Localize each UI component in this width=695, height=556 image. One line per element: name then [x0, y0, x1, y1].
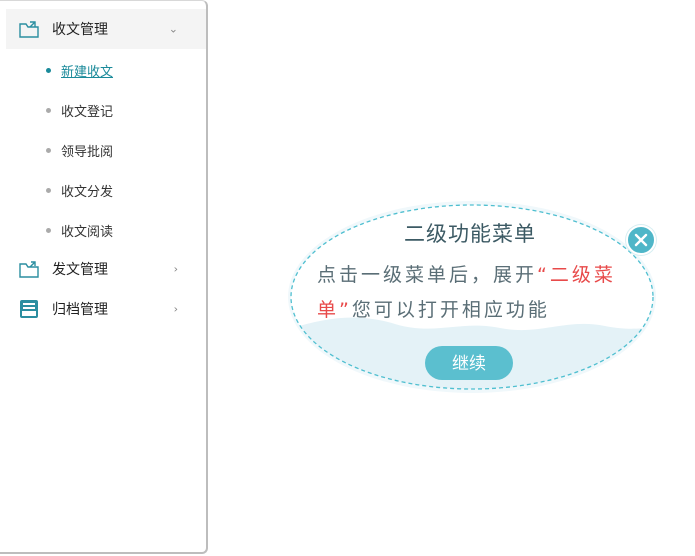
- chevron-right-icon: ›: [173, 262, 178, 276]
- bullet-icon: [46, 147, 51, 153]
- sub-item-label: 收文阅读: [61, 224, 114, 240]
- archive-drawer-icon: [18, 298, 40, 320]
- menu-item-incoming[interactable]: 收文管理 ⌄: [6, 9, 206, 49]
- menu-label: 归档管理: [52, 302, 108, 318]
- menu-item-archive[interactable]: 归档管理 ›: [6, 289, 206, 329]
- sub-item-register[interactable]: 收文登记: [46, 98, 113, 122]
- sub-item-label: 领导批阅: [61, 144, 114, 160]
- menu-label: 收文管理: [52, 22, 108, 38]
- menu-label: 发文管理: [52, 262, 108, 278]
- sub-item-distribute[interactable]: 收文分发: [46, 178, 113, 202]
- continue-button[interactable]: 继续: [425, 346, 513, 380]
- bullet-icon: [46, 187, 51, 193]
- sub-item-label: 收文分发: [61, 184, 114, 200]
- folder-outbox-icon: [18, 258, 40, 280]
- bullet-icon: [46, 227, 51, 233]
- chevron-right-icon: ›: [173, 302, 178, 316]
- sub-item-label: 收文登记: [61, 104, 114, 120]
- menu-item-outgoing[interactable]: 发文管理 ›: [6, 249, 206, 289]
- guide-tooltip: 二级功能菜单 点击一级菜单后，展开“二级菜单”您可以打开相应功能 继续: [285, 200, 665, 400]
- tooltip-text-part2: 您可以打开相应功能: [351, 299, 550, 321]
- folder-inbox-icon: [18, 18, 40, 40]
- close-button[interactable]: [626, 225, 656, 255]
- close-icon: [634, 233, 648, 247]
- chevron-down-icon: ⌄: [168, 22, 178, 36]
- bullet-icon: [46, 107, 51, 113]
- sub-item-review[interactable]: 领导批阅: [46, 138, 113, 162]
- sub-item-read[interactable]: 收文阅读: [46, 218, 113, 242]
- tooltip-title: 二级功能菜单: [404, 222, 536, 246]
- sidebar: 收文管理 ⌄ 新建收文 收文登记 领导批阅 收文分发 收文阅读 发文管理 › 归…: [0, 0, 208, 554]
- sub-item-label: 新建收文: [61, 64, 114, 80]
- sub-item-new-incoming[interactable]: 新建收文: [46, 58, 113, 82]
- tooltip-text-part1: 点击一级菜单后，展开: [317, 264, 538, 286]
- tooltip-text: 点击一级菜单后，展开“二级菜单”您可以打开相应功能: [317, 258, 632, 328]
- bullet-icon: [46, 67, 51, 73]
